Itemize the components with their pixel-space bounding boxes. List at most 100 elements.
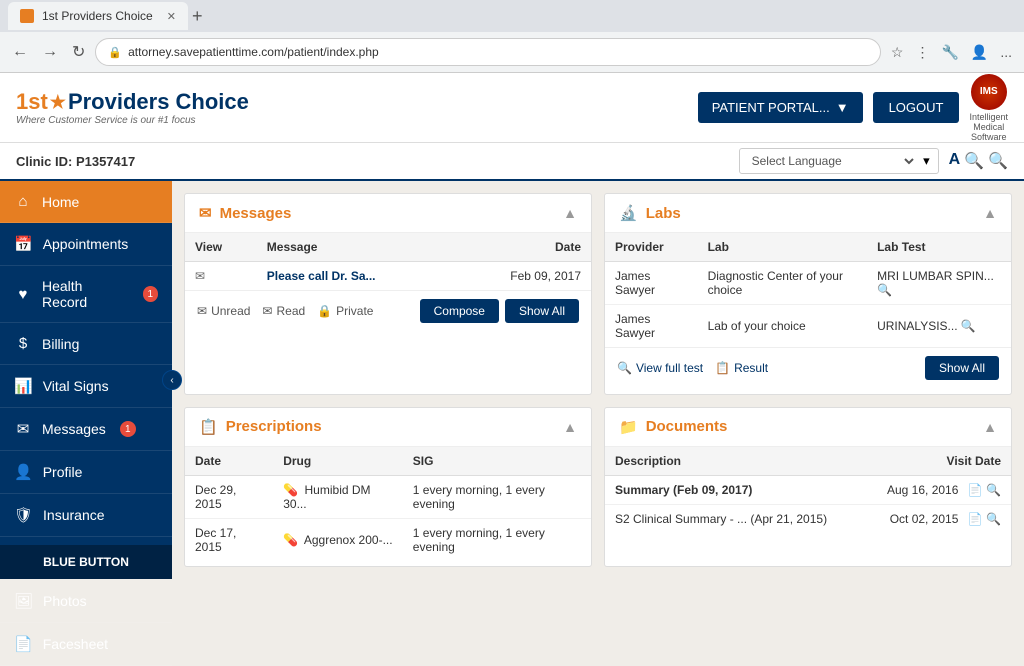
lab-test-1[interactable]: MRI LUMBAR SPIN... 🔍 [867,262,1011,305]
labs-show-all-button[interactable]: Show All [925,356,999,380]
address-bar[interactable]: 🔒 attorney.savepatienttime.com/patient/i… [95,38,880,66]
table-row: Summary (Feb 09, 2017) Aug 16, 2016 📄 🔍 [605,475,1011,504]
browser-chrome: 1st Providers Choice ✕ + ← → ↻ 🔒 attorne… [0,0,1024,73]
doc-col-visit-date: Visit Date [862,447,1011,476]
doc-desc-1: Summary (Feb 09, 2017) [605,475,862,504]
dropdown-chevron: ▾ [923,153,930,169]
msg-text[interactable]: Please call Dr. Sa... [257,262,453,291]
sidebar-item-health-record[interactable]: ♥ Health Record 1 [0,266,172,323]
logo-area: 1st★Providers Choice Where Customer Serv… [16,89,698,126]
new-tab-button[interactable]: + [192,6,203,27]
view-full-test-link[interactable]: 🔍 View full test [617,361,703,375]
profile-icon[interactable]: 👤 [967,40,992,65]
table-row: James Sawyer Diagnostic Center of your c… [605,262,1011,305]
language-dropdown[interactable]: Select Language [748,153,917,169]
tab-close-button[interactable]: ✕ [167,10,176,23]
read-icon: ✉ [262,304,272,318]
sidebar-item-insurance-label: Insurance [43,507,104,523]
messages-card-body: View Message Date ✉ Please call Dr. Sa..… [185,233,591,290]
compose-button[interactable]: Compose [420,299,499,323]
doc-file-icon-2[interactable]: 📄 [968,512,983,526]
main-layout: ⌂ Home 📅 Appointments ♥ Health Record 1 … [0,181,1024,579]
header-right: PATIENT PORTAL... ▼ LOGOUT IMS Intellige… [698,74,1008,142]
lab-search-icon-1[interactable]: 🔍 [877,283,892,297]
labs-table: Provider Lab Lab Test James Sawyer Diagn… [605,233,1011,347]
sidebar-item-vital-signs[interactable]: 📊 Vital Signs [0,365,172,408]
table-row: Dec 29, 2015 💊 Humibid DM 30... 1 every … [185,475,591,518]
documents-card: 📁 Documents ▲ Description Visit Date [604,407,1012,568]
active-tab[interactable]: 1st Providers Choice ✕ [8,2,188,30]
sidebar-item-facesheet[interactable]: 📄 Facesheet [0,623,172,666]
table-row: ✉ Please call Dr. Sa... Feb 09, 2017 [185,262,591,291]
search-icon-1[interactable]: 🔍 [964,151,984,171]
sidebar-item-appointments[interactable]: 📅 Appointments [0,223,172,266]
read-label: Read [276,304,305,318]
more-icon[interactable]: ... [996,40,1016,64]
sidebar-item-billing[interactable]: $ Billing [0,323,172,365]
rx-date-2: Dec 17, 2015 [185,518,273,561]
sidebar-item-messages[interactable]: ✉ Messages 1 [0,408,172,451]
ims-icon: IMS [971,74,1007,110]
prescriptions-title-text: Prescriptions [226,418,322,435]
private-label: Private [336,304,373,318]
messages-card-footer: ✉ Unread ✉ Read 🔒 Private Compose Show A… [185,290,591,331]
search-icon-2[interactable]: 🔍 [988,151,1008,171]
accessibility-icons: A 🔍 🔍 [949,151,1008,171]
messages-card-collapse[interactable]: ▲ [563,205,577,221]
labs-card-header: 🔬 Labs ▲ [605,194,1011,233]
msg-date: Feb 09, 2017 [453,262,591,291]
extension-icon[interactable]: 🔧 [937,40,962,65]
documents-card-collapse[interactable]: ▲ [983,419,997,435]
ims-line1: Intelligent [969,112,1008,122]
doc-view-icon-2[interactable]: 🔍 [986,512,1001,526]
messages-show-all-button[interactable]: Show All [505,299,579,323]
unread-label: Unread [211,304,250,318]
patient-portal-button[interactable]: PATIENT PORTAL... ▼ [698,92,863,123]
blue-button[interactable]: BLUE BUTTON [0,545,172,579]
menu-icon[interactable]: ⋮ [911,40,933,65]
rx-drug-2: 💊 Aggrenox 200-... [273,518,403,561]
lab-lab-2: Lab of your choice [698,305,868,348]
logout-label: LOGOUT [889,100,944,115]
sidebar-item-photos[interactable]: 🖼 Photos [0,580,172,623]
documents-card-header: 📁 Documents ▲ [605,408,1011,447]
labs-card-collapse[interactable]: ▲ [983,205,997,221]
insurance-icon: 🛡 [14,506,33,524]
bookmark-icon[interactable]: ☆ [887,40,908,65]
logout-button[interactable]: LOGOUT [873,92,960,123]
doc-date-1: Aug 16, 2016 📄 🔍 [862,475,1011,504]
table-row: Dec 17, 2015 💊 Aggrenox 200-... 1 every … [185,518,591,561]
prescriptions-card: 📋 Prescriptions ▲ Date Drug SIG [184,407,592,568]
prescriptions-card-collapse[interactable]: ▲ [563,419,577,435]
health-record-badge: 1 [143,286,158,302]
messages-col-view: View [185,233,257,262]
sidebar-collapse-button[interactable]: ‹ [162,370,182,390]
sidebar-item-insurance[interactable]: 🛡 Insurance [0,494,172,537]
ims-line2: Medical [973,122,1004,132]
documents-card-icon: 📁 [619,418,638,436]
result-link[interactable]: 📋 Result [715,361,768,375]
back-button[interactable]: ← [8,39,32,65]
doc-view-icon-1[interactable]: 🔍 [986,483,1001,497]
lab-test-2[interactable]: URINALYSIS... 🔍 [867,305,1011,348]
lab-provider-2: James Sawyer [605,305,698,348]
messages-card-title: ✉ Messages [199,204,291,222]
private-legend: 🔒 Private [317,304,373,318]
rx-col-drug: Drug [273,447,403,476]
vital-signs-icon: 📊 [14,377,33,395]
sidebar-item-home[interactable]: ⌂ Home [0,181,172,223]
messages-badge: 1 [120,421,136,437]
lab-search-icon-2[interactable]: 🔍 [961,319,976,333]
reload-button[interactable]: ↻ [68,38,89,66]
language-selector[interactable]: Select Language ▾ [739,148,939,174]
view-full-test-icon: 🔍 [617,361,632,375]
doc-file-icon-1[interactable]: 📄 [968,483,983,497]
messages-col-message: Message [257,233,453,262]
messages-icon: ✉ [14,420,32,438]
sidebar-item-billing-label: Billing [42,336,79,352]
profile-nav-icon: 👤 [14,463,33,481]
accessibility-a-icon[interactable]: A [949,151,961,171]
sidebar-item-profile[interactable]: 👤 Profile [0,451,172,494]
forward-button[interactable]: → [38,39,62,65]
drug-icon-2: 💊 [283,533,298,547]
